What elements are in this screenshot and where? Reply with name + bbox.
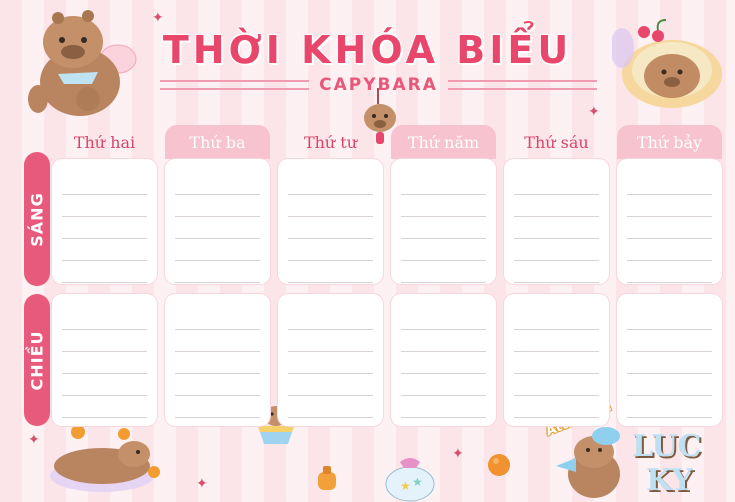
timetable-cell-afternoon-thu[interactable] bbox=[391, 294, 496, 426]
session-label-afternoon-text: CHIỀU bbox=[27, 329, 47, 391]
timetable-cell-afternoon-fri[interactable] bbox=[504, 294, 609, 426]
lucky-text: LUC KY bbox=[632, 430, 702, 498]
timetable-cell-morning-mon[interactable] bbox=[52, 159, 157, 284]
timetable-grid: Thứ hai Thứ ba Thứ tư Thứ năm Thứ sáu Th… bbox=[52, 125, 722, 426]
session-label-morning: SÁNG bbox=[24, 152, 50, 286]
subtitle-divider-right bbox=[447, 80, 598, 90]
sparkle-icon: ✦ bbox=[588, 104, 600, 120]
day-header-sat: Thứ bảy bbox=[617, 125, 722, 159]
svg-text:★: ★ bbox=[412, 475, 423, 489]
timetable-cell-morning-fri[interactable] bbox=[504, 159, 609, 284]
lucky-text-line-2: KY bbox=[646, 463, 693, 498]
subtitle-divider-left bbox=[160, 80, 310, 90]
timetable-cell-afternoon-wed[interactable] bbox=[278, 294, 383, 426]
timetable-cell-morning-tue[interactable] bbox=[165, 159, 270, 284]
page-subtitle: CAPYBARA bbox=[319, 75, 438, 95]
timetable-cell-morning-wed[interactable] bbox=[278, 159, 383, 284]
day-header-fri: Thứ sáu bbox=[524, 132, 589, 152]
session-label-afternoon: CHIỀU bbox=[24, 294, 50, 426]
timetable-cell-afternoon-sat[interactable] bbox=[617, 294, 722, 426]
session-label-morning-text: SÁNG bbox=[27, 191, 47, 247]
sparkle-icon: ✦ bbox=[28, 432, 40, 448]
svg-text:★: ★ bbox=[400, 479, 411, 493]
page-title: THỜI KHÓA BIỂU bbox=[162, 28, 573, 72]
lucky-bag-icon bbox=[318, 466, 336, 490]
day-header-wed: Thứ tư bbox=[303, 132, 358, 152]
timetable-cell-afternoon-mon[interactable] bbox=[52, 294, 157, 426]
sparkle-icon: ✦ bbox=[152, 10, 164, 26]
timetable-cell-morning-thu[interactable] bbox=[391, 159, 496, 284]
lucky-text-line-1: LUC bbox=[632, 429, 702, 464]
timetable-cell-morning-sat[interactable] bbox=[617, 159, 722, 284]
capybara-lying-icon bbox=[50, 425, 160, 492]
day-header-mon: Thứ hai bbox=[73, 132, 136, 152]
sparkle-icon: ✦ bbox=[196, 476, 208, 492]
sparkle-icon: ✦ bbox=[452, 446, 464, 462]
day-header-thu: Thứ năm bbox=[391, 125, 496, 159]
jar-icon: ★ ★ bbox=[385, 458, 435, 502]
subtitle-row: CAPYBARA bbox=[160, 73, 598, 97]
timetable-cell-afternoon-tue[interactable] bbox=[165, 294, 270, 426]
orange-icon bbox=[488, 454, 510, 476]
day-header-tue: Thứ ba bbox=[165, 125, 270, 159]
